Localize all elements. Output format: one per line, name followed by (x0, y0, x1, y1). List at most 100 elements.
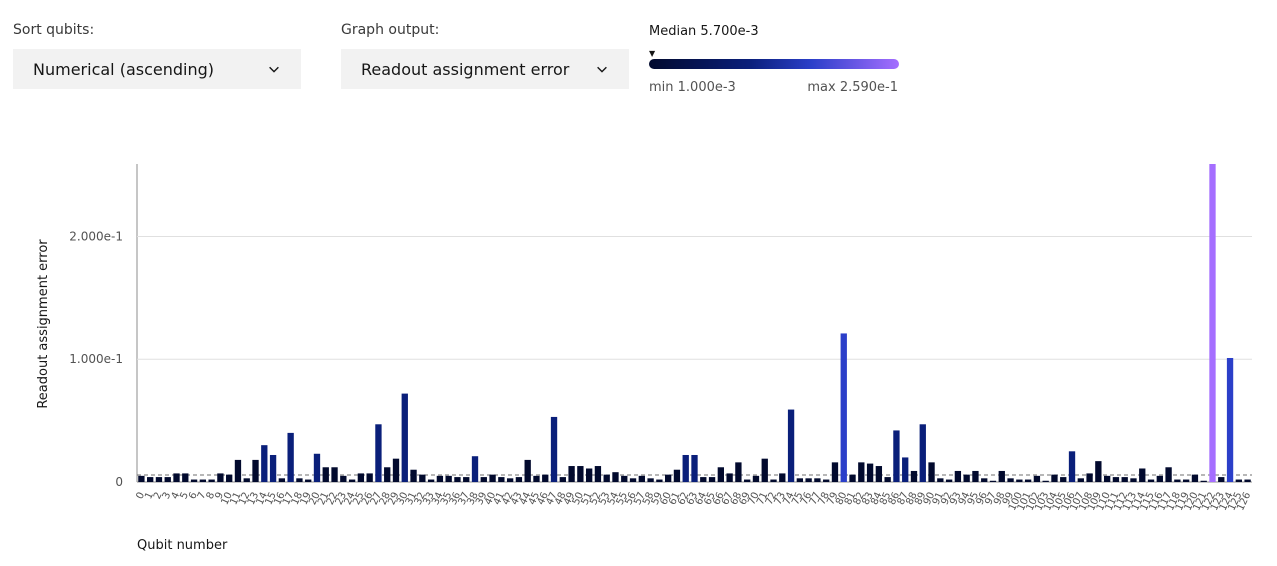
bar-qubit-76[interactable] (805, 478, 812, 482)
bar-qubit-66[interactable] (717, 467, 724, 482)
bar-qubit-120[interactable] (1191, 474, 1199, 482)
bar-qubit-86[interactable] (893, 430, 900, 482)
bar-qubit-4[interactable] (173, 473, 180, 482)
bar-qubit-19[interactable] (305, 479, 312, 482)
bar-qubit-71[interactable] (761, 458, 768, 482)
bar-qubit-88[interactable] (910, 470, 918, 482)
bar-qubit-31[interactable] (410, 469, 417, 482)
bar-qubit-18[interactable] (296, 478, 303, 482)
bar-qubit-36[interactable] (454, 477, 461, 482)
bar-qubit-6[interactable] (190, 479, 198, 482)
bar-qubit-2[interactable] (155, 477, 163, 482)
bar-qubit-48[interactable] (559, 477, 566, 482)
bar-qubit-15[interactable] (269, 454, 277, 482)
bar-qubit-43[interactable] (515, 477, 523, 482)
bar-qubit-55[interactable] (621, 475, 628, 482)
bar-qubit-72[interactable] (770, 479, 777, 482)
bar-qubit-98[interactable] (998, 470, 1005, 482)
bar-qubit-92[interactable] (945, 479, 953, 482)
bar-qubit-5[interactable] (182, 473, 189, 482)
bar-qubit-90[interactable] (928, 462, 935, 482)
bar-qubit-38[interactable] (471, 456, 479, 482)
bar-qubit-23[interactable] (340, 475, 347, 482)
bar-qubit-39[interactable] (480, 477, 487, 482)
bar-qubit-97[interactable] (989, 480, 997, 482)
bar-qubit-21[interactable] (322, 467, 329, 482)
bar-qubit-118[interactable] (1174, 479, 1181, 482)
bar-qubit-104[interactable] (1051, 474, 1058, 482)
bar-qubit-81[interactable] (849, 474, 856, 482)
bar-qubit-77[interactable] (814, 478, 821, 482)
bar-qubit-69[interactable] (744, 479, 751, 482)
bar-qubit-3[interactable] (164, 477, 171, 482)
bar-qubit-119[interactable] (1182, 479, 1190, 482)
bar-qubit-51[interactable] (585, 468, 593, 482)
bar-qubit-124[interactable] (1226, 357, 1234, 482)
bar-qubit-27[interactable] (375, 424, 382, 482)
bar-qubit-102[interactable] (1033, 475, 1041, 482)
bar-qubit-46[interactable] (542, 474, 549, 482)
bar-qubit-12[interactable] (243, 478, 250, 482)
bar-qubit-57[interactable] (638, 475, 645, 482)
bar-qubit-24[interactable] (348, 479, 356, 482)
bar-qubit-35[interactable] (445, 475, 452, 482)
bar-qubit-89[interactable] (919, 424, 926, 482)
bar-qubit-29[interactable] (392, 458, 400, 482)
bar-qubit-37[interactable] (463, 477, 470, 482)
bar-qubit-14[interactable] (261, 445, 268, 482)
bar-qubit-62[interactable] (682, 454, 689, 482)
bar-qubit-52[interactable] (594, 466, 602, 482)
bar-qubit-82[interactable] (858, 462, 865, 482)
bar-qubit-115[interactable] (1147, 479, 1155, 482)
bar-qubit-111[interactable] (1112, 477, 1120, 482)
bar-qubit-79[interactable] (831, 462, 839, 482)
bar-qubit-80[interactable] (840, 333, 847, 482)
bar-qubit-11[interactable] (234, 459, 242, 482)
bar-qubit-63[interactable] (691, 454, 698, 482)
bar-qubit-64[interactable] (700, 477, 707, 482)
bar-qubit-70[interactable] (752, 475, 760, 482)
bar-qubit-116[interactable] (1156, 475, 1163, 482)
bar-qubit-103[interactable] (1042, 480, 1049, 482)
bar-qubit-34[interactable] (436, 475, 444, 482)
bar-qubit-58[interactable] (647, 478, 654, 482)
bar-qubit-44[interactable] (524, 459, 531, 482)
bar-qubit-50[interactable] (577, 466, 584, 482)
bar-qubit-101[interactable] (1024, 479, 1032, 482)
bar-qubit-47[interactable] (550, 416, 558, 482)
bar-qubit-99[interactable] (1007, 478, 1014, 482)
bar-qubit-87[interactable] (902, 457, 909, 482)
bar-qubit-93[interactable] (954, 470, 962, 482)
bar-qubit-41[interactable] (498, 477, 505, 482)
bar-qubit-109[interactable] (1095, 461, 1102, 482)
bar-qubit-91[interactable] (937, 478, 944, 482)
bar-qubit-68[interactable] (735, 462, 742, 482)
bar-qubit-17[interactable] (287, 432, 294, 482)
bar-qubit-42[interactable] (506, 478, 514, 482)
bar-qubit-95[interactable] (972, 470, 979, 482)
bar-qubit-45[interactable] (533, 475, 540, 482)
bar-qubit-112[interactable] (1121, 477, 1128, 482)
bar-qubit-26[interactable] (366, 473, 373, 482)
bar-qubit-59[interactable] (656, 479, 663, 482)
bar-qubit-126[interactable] (1244, 479, 1251, 482)
bar-qubit-13[interactable] (252, 459, 259, 482)
bar-qubit-105[interactable] (1060, 477, 1067, 482)
bar-qubit-85[interactable] (884, 477, 891, 482)
bar-qubit-78[interactable] (823, 479, 830, 482)
bar-qubit-125[interactable] (1235, 479, 1242, 482)
bar-qubit-123[interactable] (1218, 477, 1225, 482)
bar-qubit-121[interactable] (1200, 480, 1207, 482)
bar-qubit-114[interactable] (1139, 468, 1146, 482)
bar-qubit-0[interactable] (138, 475, 145, 482)
bar-qubit-83[interactable] (866, 463, 874, 482)
bar-qubit-8[interactable] (208, 479, 215, 482)
bar-qubit-54[interactable] (612, 472, 619, 482)
bar-qubit-73[interactable] (779, 473, 786, 482)
bar-qubit-96[interactable] (981, 478, 988, 482)
bar-qubit-33[interactable] (427, 479, 435, 482)
graph-output-dropdown[interactable]: Readout assignment error (341, 49, 629, 89)
bar-qubit-30[interactable] (401, 393, 408, 482)
bar-qubit-7[interactable] (199, 479, 207, 482)
bar-qubit-10[interactable] (226, 474, 233, 482)
